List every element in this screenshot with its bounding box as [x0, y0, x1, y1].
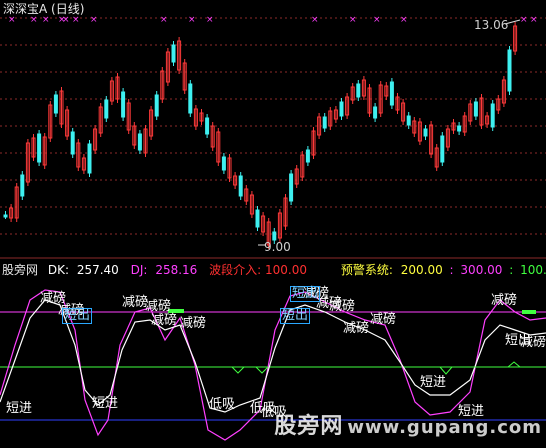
- indicator-name: 股旁网: [2, 263, 39, 277]
- dk-value: 257.40: [76, 263, 119, 277]
- marker-icon: ×: [42, 15, 50, 25]
- candle-body: [272, 231, 277, 241]
- marker-icon: ×: [311, 15, 319, 25]
- dj-value: 258.16: [155, 263, 198, 277]
- candle-body: [188, 83, 193, 114]
- candle-body: [37, 133, 42, 163]
- wave-value: 100.00: [265, 263, 308, 277]
- candle-body: [205, 117, 210, 135]
- dk-label: DK:: [47, 263, 69, 277]
- signal-duanchu: 短出: [62, 308, 93, 324]
- signal-jianbang: 减磅: [343, 321, 370, 336]
- warn-label: 预警系统:: [340, 263, 393, 277]
- signal-jianbang: 减磅: [329, 299, 356, 314]
- candle-body: [20, 174, 25, 197]
- kline-canvas[interactable]: × × × ×× × × × × × × × × × × ×: [0, 0, 546, 444]
- candle-body: [356, 83, 361, 98]
- signal-jianbang: 减磅: [180, 316, 207, 331]
- marker-icon: ×: [373, 15, 381, 25]
- candle-body: [507, 49, 512, 92]
- wave-mark: [439, 361, 521, 375]
- candle-body: [104, 99, 109, 119]
- candle-body: [289, 173, 294, 202]
- warn-value-3: 100.00: [520, 263, 546, 277]
- candle-body: [238, 175, 243, 197]
- candle-body: [406, 115, 411, 126]
- watermark-url: www.gupang.com: [347, 417, 542, 438]
- chart-title: 深深宝A (日线): [3, 2, 85, 16]
- candle-body: [53, 94, 58, 114]
- signal-duanchu: 短出: [280, 308, 311, 324]
- candle-body: [154, 94, 159, 117]
- watermark: 股旁网 www.gupang.com: [274, 408, 542, 440]
- wave-mark: [231, 366, 269, 374]
- candle-body: [137, 133, 142, 151]
- signal-dixi: 低吸: [209, 397, 236, 412]
- marker-icon: ×: [90, 15, 98, 25]
- warn-sep-1: :: [449, 263, 454, 277]
- candle-body: [490, 103, 495, 128]
- signal-bar: [522, 310, 536, 314]
- watermark-text: 股旁网: [274, 414, 344, 439]
- indicator-legend: 股旁网 DK: 257.40 DJ: 258.16 波段介入: 100.00 预…: [2, 263, 546, 277]
- marker-icon: ×: [72, 15, 80, 25]
- warn-value-1: 200.00: [400, 263, 443, 277]
- high-price-label: 13.06: [474, 18, 509, 32]
- candle-body: [473, 101, 478, 117]
- marker-icon: ×: [62, 15, 70, 25]
- candle-body: [423, 128, 428, 137]
- marker-icon: ×: [160, 15, 168, 25]
- candle-body: [389, 81, 394, 106]
- candle-body: [171, 44, 176, 63]
- candle-body: [221, 156, 226, 171]
- candle-body: [255, 209, 260, 228]
- warn-value-2: 300.00: [460, 263, 503, 277]
- warn-sep-2: :: [509, 263, 514, 277]
- signal-duanchu: 短出: [290, 286, 321, 302]
- marker-icon: ×: [188, 15, 196, 25]
- marker-icon: ×: [400, 15, 408, 25]
- marker-icon: ×: [8, 15, 16, 25]
- candle-body: [3, 214, 8, 218]
- signal-jianbang: 减磅: [145, 299, 172, 314]
- candle-body: [373, 106, 378, 119]
- signal-jianbang: 减磅: [151, 313, 178, 328]
- marker-icon: ×: [530, 15, 538, 25]
- signal-duanjin: 短进: [92, 396, 119, 411]
- candle-body: [87, 143, 92, 174]
- candle-body: [457, 125, 462, 132]
- marker-icon: ×: [349, 15, 357, 25]
- candle-body: [121, 91, 126, 118]
- marker-icon: ×: [30, 15, 38, 25]
- wave-label: 波段介入:: [209, 263, 262, 277]
- candle-body: [440, 135, 445, 163]
- candle-body: [339, 101, 344, 117]
- signal-duanjin: 短进: [420, 375, 447, 390]
- signal-jianbang: 减磅: [370, 312, 397, 327]
- marker-icon: ×: [520, 15, 528, 25]
- marker-icon: ×: [206, 15, 214, 25]
- signal-duanjin: 短进: [6, 401, 33, 416]
- signal-jianbang: 减磅: [520, 336, 546, 350]
- candle-body: [322, 116, 327, 129]
- candle-body: [70, 131, 75, 155]
- signal-jianbang: 减磅: [491, 293, 518, 308]
- dj-label: DJ:: [130, 263, 148, 277]
- chart-window[interactable]: × × × × × × × × × × × × × × × × 深深宝A (日线) 13.06 9.00 股旁…: [0, 0, 546, 444]
- low-price-label: 9.00: [264, 240, 291, 254]
- candle-body: [305, 149, 310, 163]
